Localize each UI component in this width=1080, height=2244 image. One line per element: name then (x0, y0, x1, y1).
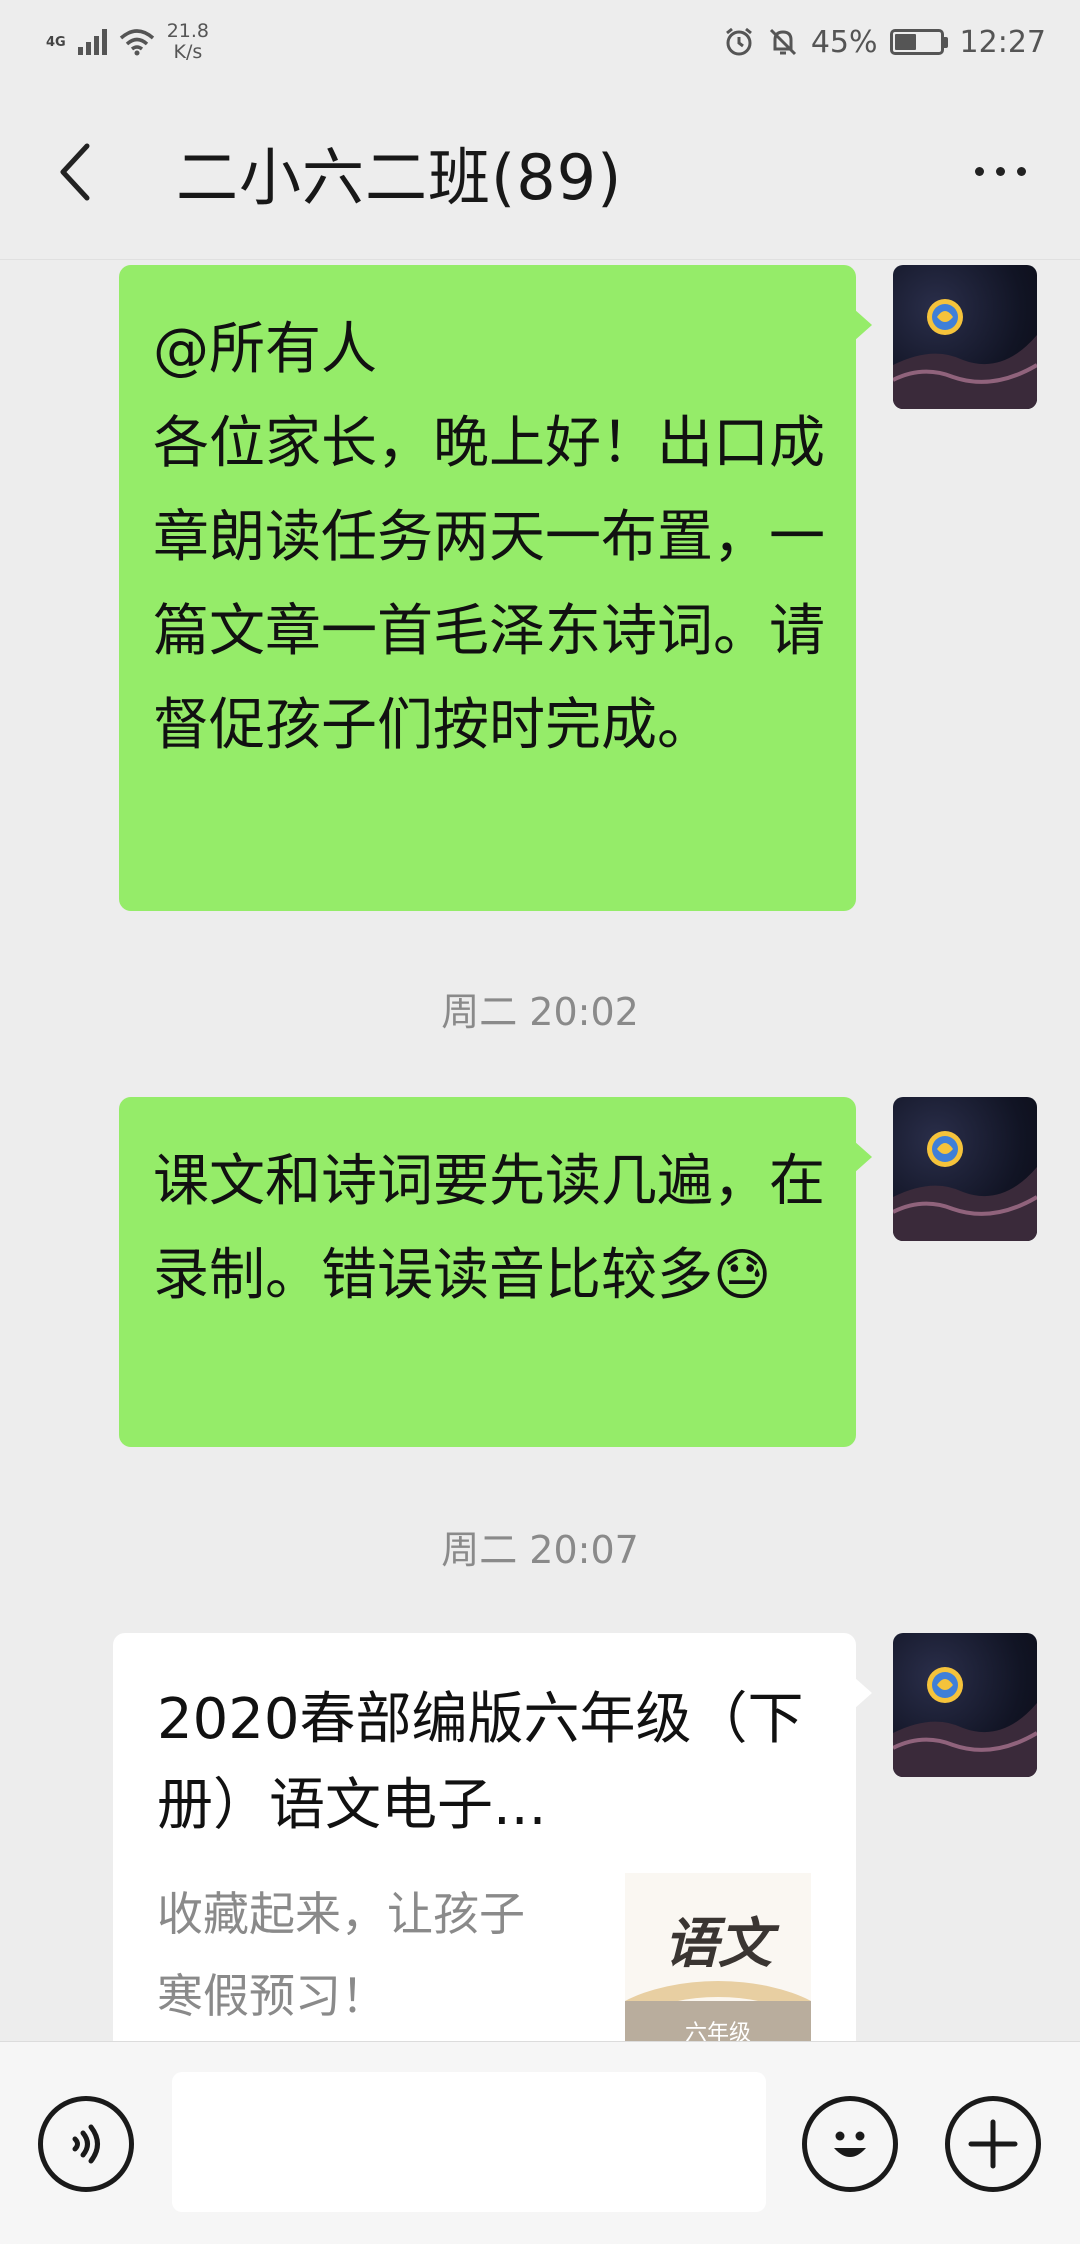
voice-button[interactable] (38, 2096, 134, 2192)
avatar-image (893, 1131, 1037, 1241)
timestamp: 周二 20:02 (441, 990, 639, 1034)
timestamp: 周二 20:07 (441, 1528, 639, 1572)
emoji-button[interactable] (802, 2096, 898, 2192)
chevron-left-icon (60, 143, 90, 200)
chat-title: 二小六二班(89) (176, 140, 623, 214)
clock: 12:27 (959, 24, 1046, 60)
avatar-image (893, 1667, 1037, 1777)
speed-value: 21.8 (166, 20, 210, 42)
status-left: 4G 21.8 K/s (46, 21, 209, 63)
network-type: 4G (46, 34, 66, 50)
avatar[interactable] (893, 265, 1037, 409)
mute-bell-icon (769, 28, 796, 56)
message-input[interactable] (172, 2072, 766, 2212)
sweat-smile-emoji: 😓 (713, 1243, 772, 1308)
back-button[interactable] (40, 137, 110, 207)
battery-percent: 45% (810, 24, 878, 60)
avatar-image (893, 299, 1037, 409)
thumbnail-grade: 六年级 (684, 2021, 751, 2041)
more-horizontal-icon (974, 167, 984, 176)
chat-header: 二小六二班(89) (0, 84, 1080, 260)
thumbnail-title: 语文 (664, 1911, 772, 1975)
signal-icon (77, 29, 107, 55)
link-card-thumbnail: 语文 六年级 (625, 1873, 811, 2041)
network-speed: 21.8 K/s (167, 21, 209, 63)
status-bar: 4G 21.8 K/s 45% 12:27 (0, 0, 1080, 84)
avatar[interactable] (893, 1097, 1037, 1241)
speed-unit: K/s (173, 41, 203, 63)
input-bar (0, 2041, 1080, 2244)
more-button[interactable] (960, 137, 1040, 207)
status-right: 45% 12:27 (723, 25, 1046, 60)
battery-icon (889, 29, 948, 55)
voice-icon (72, 2124, 100, 2164)
message-bubble[interactable]: @所有人 各位家长，晚上好！出口成章朗读任务两天一布置，一篇文章一首毛泽东诗词。… (119, 265, 872, 911)
wifi-icon (119, 29, 154, 56)
add-button[interactable] (945, 2096, 1041, 2192)
message-bubble[interactable]: 课文和诗词要先读几遍，在录制。错误读音比较多😓 (119, 1097, 872, 1447)
plus-icon (968, 2119, 1018, 2169)
avatar[interactable] (893, 1633, 1037, 1777)
link-card[interactable]: 2020春部编版六年级（下册）语文电子... 收藏起来，让孩子寒假预习！ 语文 … (113, 1633, 872, 2041)
emoji-icon (834, 2131, 866, 2157)
link-card-description: 收藏起来，让孩子寒假预习！ (157, 1887, 525, 2023)
link-card-title: 2020春部编版六年级（下册）语文电子... (157, 1687, 804, 1838)
alarm-icon (725, 27, 752, 56)
chat-area[interactable]: @所有人 各位家长，晚上好！出口成章朗读任务两天一布置，一篇文章一首毛泽东诗词。… (0, 261, 1080, 2041)
